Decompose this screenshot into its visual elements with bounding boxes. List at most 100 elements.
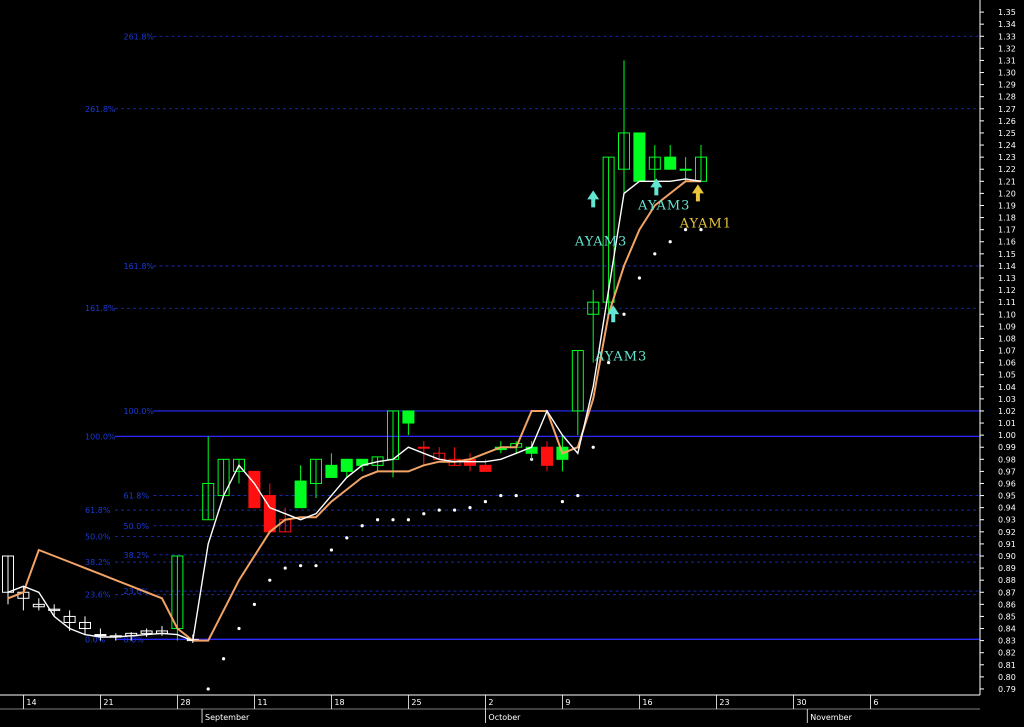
- y-tick-label: 1.31: [998, 56, 1016, 65]
- stop-dot: [622, 312, 626, 316]
- candle-body: [94, 634, 107, 637]
- stop-dot: [329, 548, 333, 552]
- candle-body: [325, 464, 338, 478]
- y-tick-label: 0.99: [998, 443, 1016, 452]
- stop-dot: [406, 518, 410, 522]
- y-tick-label: 0.87: [998, 588, 1016, 597]
- y-tick-label: 1.01: [998, 419, 1016, 428]
- y-tick-label: 0.89: [998, 564, 1016, 573]
- y-tick-label: 1.05: [998, 371, 1016, 380]
- fib-level-label: 161.8%: [124, 262, 155, 271]
- x-tick-label: 30: [796, 698, 806, 707]
- stop-dot: [252, 602, 256, 606]
- stop-dot: [653, 252, 657, 256]
- y-tick-label: 0.81: [998, 661, 1016, 670]
- candle-body: [664, 156, 677, 170]
- y-tick-label: 0.88: [998, 576, 1016, 585]
- signal-label: AYAM1: [679, 217, 732, 232]
- y-tick-label: 0.80: [998, 673, 1016, 682]
- stop-dot: [222, 657, 226, 661]
- x-tick-label: 18: [334, 698, 344, 707]
- y-tick-label: 0.95: [998, 492, 1016, 501]
- y-tick-label: 0.93: [998, 516, 1016, 525]
- candlestick-chart: 261.8% 261.8% 161.8% 161.8% 100.0% 100.0% 61.8…: [0, 0, 1024, 723]
- y-tick-label: 0.84: [998, 625, 1016, 634]
- y-tick-label: 1.23: [998, 153, 1016, 162]
- fib-level-label: 38.2%: [85, 558, 111, 567]
- x-tick-label: 9: [565, 698, 570, 707]
- x-tick-label: 28: [180, 698, 190, 707]
- y-tick-label: 1.13: [998, 274, 1016, 283]
- stop-dot: [483, 500, 487, 504]
- y-tick-label: 1.12: [998, 286, 1016, 295]
- fib-level-label: 23.6%: [85, 591, 111, 600]
- y-tick-label: 0.98: [998, 455, 1016, 464]
- y-tick-label: 1.21: [998, 177, 1016, 186]
- candle-body: [340, 458, 353, 472]
- month-label: November: [810, 713, 852, 722]
- stop-dot: [591, 445, 595, 449]
- stop-dot: [237, 626, 241, 631]
- month-label: September: [205, 713, 250, 722]
- y-tick-label: 1.00: [998, 431, 1016, 440]
- stop-dot: [668, 240, 672, 244]
- candle-body: [633, 132, 646, 182]
- candle-body: [417, 446, 430, 449]
- y-tick-label: 0.85: [998, 612, 1016, 621]
- x-tick-label: 16: [642, 698, 652, 707]
- month-label: October: [488, 713, 521, 722]
- x-tick-label: 14: [26, 698, 36, 707]
- signal-label: AYAM3: [574, 235, 627, 250]
- signal-label: AYAM3: [637, 198, 690, 213]
- stop-dot: [560, 500, 565, 504]
- stop-dot: [453, 508, 457, 512]
- y-tick-label: 1.15: [998, 250, 1016, 259]
- stop-dot: [391, 518, 395, 522]
- fib-level-label: 261.8%: [85, 105, 116, 114]
- y-tick-label: 1.04: [998, 383, 1016, 392]
- stop-dot: [360, 524, 364, 528]
- y-tick-label: 1.14: [998, 262, 1016, 271]
- y-tick-label: 1.10: [998, 310, 1016, 319]
- y-tick-label: 1.22: [998, 165, 1016, 174]
- stop-dot: [468, 506, 472, 510]
- signal-label: AYAM3: [594, 350, 647, 365]
- fib-level-label: 61.8%: [124, 492, 150, 501]
- stop-dot: [314, 564, 318, 568]
- y-tick-label: 0.82: [998, 649, 1016, 658]
- fib-level-label: 38.2%: [124, 551, 150, 560]
- y-tick-label: 0.83: [998, 637, 1016, 646]
- y-tick-label: 1.32: [998, 44, 1016, 53]
- y-tick-label: 0.91: [998, 540, 1016, 549]
- x-tick-label: 21: [103, 698, 113, 707]
- y-tick-label: 0.92: [998, 528, 1016, 537]
- fib-level-label: 50.0%: [124, 522, 150, 531]
- x-tick-label: 2: [488, 698, 493, 707]
- stop-dot: [283, 566, 287, 570]
- candle-body: [294, 480, 307, 509]
- y-tick-label: 1.24: [998, 141, 1016, 150]
- y-tick-label: 1.18: [998, 214, 1016, 223]
- stop-dot: [299, 564, 303, 568]
- candle-body: [479, 464, 492, 472]
- y-tick-label: 0.94: [998, 504, 1016, 513]
- stop-dot: [268, 578, 272, 582]
- y-tick-label: 1.07: [998, 347, 1016, 356]
- y-tick-label: 1.27: [998, 105, 1016, 114]
- y-tick-label: 0.96: [998, 479, 1016, 488]
- candle-body: [541, 446, 553, 466]
- y-tick-label: 1.33: [998, 32, 1016, 41]
- y-tick-label: 1.29: [998, 81, 1016, 90]
- y-tick-label: 1.03: [998, 395, 1016, 404]
- candle-body: [679, 168, 692, 171]
- chart-canvas: 261.8%261.8%161.8%161.8%100.0%100.0%61.8…: [0, 0, 1024, 723]
- stop-dot: [514, 493, 518, 498]
- y-tick-label: 1.19: [998, 201, 1016, 210]
- y-tick-label: 1.06: [998, 359, 1016, 368]
- x-tick-label: 11: [257, 698, 267, 707]
- fib-level-label: 50.0%: [85, 533, 111, 542]
- fib-level-label: 261.8%: [124, 32, 155, 41]
- y-tick-label: 0.97: [998, 467, 1016, 476]
- y-tick-label: 1.16: [998, 238, 1016, 247]
- x-tick-label: 23: [719, 698, 729, 707]
